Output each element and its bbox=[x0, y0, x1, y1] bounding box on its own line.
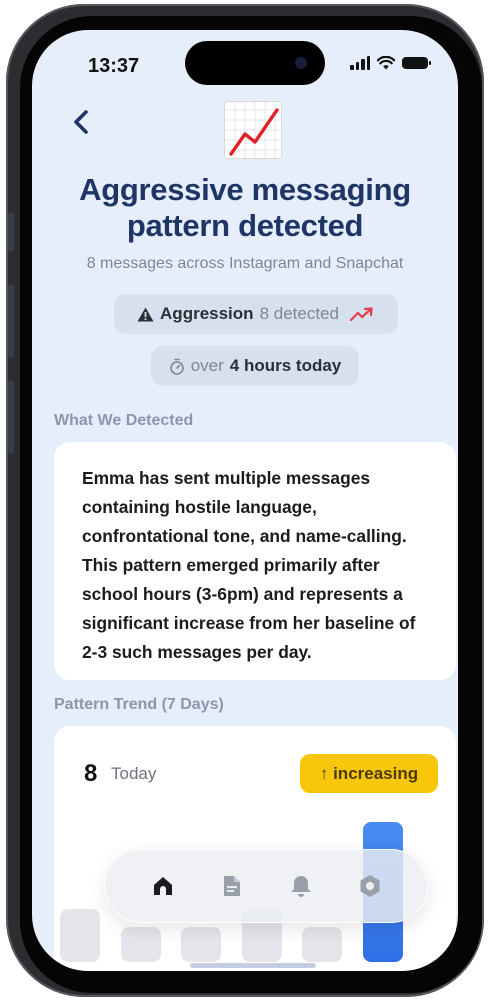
gear-icon bbox=[360, 875, 379, 897]
duration-prefix: over bbox=[190, 356, 224, 375]
tab-settings[interactable] bbox=[350, 866, 390, 906]
home-indicator bbox=[190, 963, 316, 968]
duration-value: 4 hours today bbox=[229, 356, 342, 375]
detected-card: Emma has sent multiple messages containi… bbox=[54, 442, 456, 680]
trend-count-label: Today bbox=[111, 764, 157, 783]
battery-icon bbox=[402, 57, 431, 69]
signal-icon bbox=[350, 56, 370, 70]
trending-up-icon bbox=[349, 307, 373, 322]
detected-heading: What We Detected bbox=[54, 412, 194, 429]
aggression-badge: Aggression 8 detected bbox=[114, 294, 398, 334]
tab-alerts[interactable] bbox=[281, 866, 321, 906]
aggression-count: 8 detected bbox=[259, 304, 339, 323]
stopwatch-icon bbox=[169, 358, 184, 375]
tab-bar bbox=[104, 849, 428, 923]
wifi-icon bbox=[377, 56, 395, 70]
trend-status-badge: ↑ increasing bbox=[300, 754, 438, 793]
trend-count: 8 bbox=[84, 760, 98, 787]
duration-badge: over 4 hours today bbox=[151, 346, 359, 386]
back-button[interactable] bbox=[66, 104, 96, 140]
status-time: 13:37 bbox=[88, 55, 140, 77]
screen: 13:37 Aggressive messaging pattern detec… bbox=[32, 30, 458, 971]
page-title: Aggressive messaging pattern detected bbox=[79, 172, 411, 243]
dynamic-island bbox=[185, 41, 325, 85]
front-camera bbox=[295, 57, 307, 69]
chart-bar-mon bbox=[60, 909, 100, 962]
aggression-label: Aggression bbox=[160, 304, 254, 323]
page-subtitle: 8 messages across Instagram and Snapchat bbox=[86, 255, 404, 272]
volume-up-button bbox=[8, 284, 14, 358]
chart-bar-wed bbox=[181, 927, 222, 962]
status-icons bbox=[350, 56, 431, 70]
chart-bar-tue bbox=[120, 927, 161, 962]
chart-bar-fri bbox=[302, 927, 343, 962]
home-icon bbox=[153, 877, 172, 895]
tab-home[interactable] bbox=[143, 866, 183, 906]
chevron-left-icon bbox=[74, 110, 88, 134]
mute-switch bbox=[8, 212, 14, 252]
warning-icon bbox=[137, 307, 154, 321]
detected-body: Emma has sent multiple messages containi… bbox=[82, 468, 416, 662]
volume-down-button bbox=[8, 380, 14, 454]
chart-increasing-icon bbox=[224, 101, 283, 160]
bell-icon bbox=[290, 876, 311, 897]
document-icon bbox=[223, 876, 240, 896]
tab-reports[interactable] bbox=[212, 866, 252, 906]
trend-heading: Pattern Trend (7 Days) bbox=[54, 696, 224, 713]
